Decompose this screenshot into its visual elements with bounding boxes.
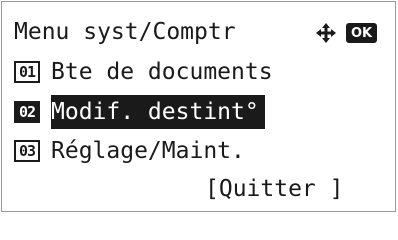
ok-key-icon: OK — [346, 23, 377, 43]
menu-item-reglage-maint[interactable]: 03 Réglage/Maint. — [14, 134, 245, 168]
menu-item-label: Bte de documents — [51, 59, 273, 85]
four-way-arrow-icon — [316, 23, 336, 43]
menu-item-bte-de-documents[interactable]: 01 Bte de documents — [14, 55, 273, 89]
item-number-badge: 01 — [14, 61, 40, 83]
menu-item-label: Réglage/Maint. — [51, 138, 245, 164]
menu-item-label: Modif. destint° — [51, 95, 265, 129]
item-number-badge: 02 — [14, 101, 40, 123]
lcd-screen: Menu syst/Comptr OK 01 Bte de documents … — [1, 1, 396, 212]
item-number-badge: 03 — [14, 140, 40, 162]
screen-title: Menu syst/Comptr — [14, 19, 236, 45]
menu-item-modif-destint[interactable]: 02 Modif. destint° — [14, 95, 265, 129]
quit-button[interactable]: [Quitter ] — [205, 172, 343, 206]
